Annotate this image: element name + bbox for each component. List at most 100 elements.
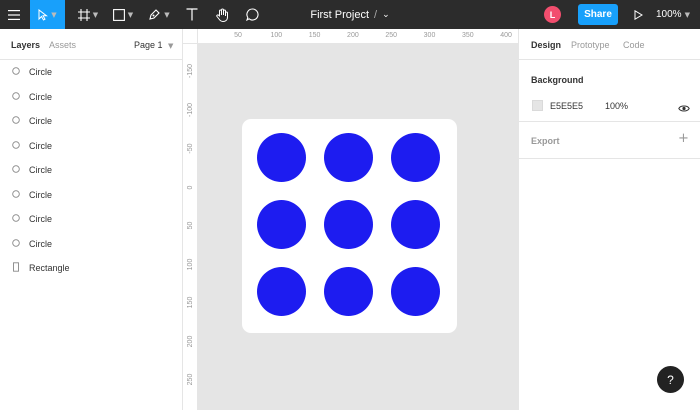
circle-shape[interactable] [257, 133, 306, 182]
layer-name: Circle [29, 214, 53, 224]
help-button[interactable]: ? [657, 366, 684, 393]
comment-tool-button[interactable] [240, 0, 264, 29]
circle-shape[interactable] [257, 267, 306, 316]
layers-panel: Layers Assets Page 1 ▼ Circle Circle Circl… [0, 29, 183, 410]
left-panel-tabs: Layers Assets Page 1 ▼ [0, 29, 182, 60]
chevron-down-icon: ▼ [127, 10, 134, 19]
circle-shape[interactable] [324, 200, 373, 249]
layer-item[interactable]: Circle [0, 62, 182, 82]
circle-shape[interactable] [257, 200, 306, 249]
page-name: Page 1 [134, 40, 163, 50]
project-menu-chevron-icon[interactable]: ⌄ [382, 9, 390, 20]
layer-name: Circle [29, 238, 53, 249]
text-tool-button[interactable] [180, 0, 204, 29]
circle-icon [12, 165, 20, 175]
background-section: Background E5E5E5 100% [519, 60, 700, 122]
zoom-menu[interactable]: 100% ▼ [656, 0, 690, 29]
pen-tool-button[interactable]: ▼ [144, 0, 174, 29]
rectangle-icon [112, 8, 125, 21]
layer-item[interactable]: Circle [0, 136, 182, 156]
avatar[interactable]: L [544, 6, 561, 23]
ruler-tick-label: 100 [270, 32, 283, 39]
export-section: Export + [519, 122, 700, 159]
circle-shape[interactable] [391, 200, 440, 249]
layer-item[interactable]: Rectangle [0, 258, 182, 278]
tab-prototype[interactable]: Prototype [571, 40, 610, 50]
circle-shape[interactable] [391, 267, 440, 316]
ruler-tick-label: 0 [187, 185, 194, 189]
frame-rectangle[interactable] [242, 119, 457, 333]
chevron-down-icon: ▼ [92, 10, 99, 19]
background-title: Background [531, 75, 584, 85]
share-button[interactable]: Share [578, 4, 618, 25]
layer-name: Circle [29, 165, 53, 175]
right-panel-tabs: Design Prototype Code [519, 29, 700, 60]
ruler-tick-label: 250 [187, 373, 194, 386]
layer-item[interactable]: Circle [0, 234, 182, 254]
layer-name: Circle [29, 116, 53, 126]
background-color-swatch[interactable] [532, 100, 543, 111]
hamburger-icon [8, 9, 20, 20]
circle-icon [12, 214, 20, 224]
export-title: Export [531, 136, 560, 146]
circle-shape[interactable] [391, 133, 440, 182]
ruler-tick-label: 50 [187, 221, 194, 230]
ruler-tick-label: 150 [187, 296, 194, 309]
cursor-icon [38, 8, 49, 21]
project-title[interactable]: First Project / ⌄ [280, 0, 420, 29]
layer-name: Circle [29, 189, 53, 200]
ruler-top: 50 100 150 200 250 300 350 400 [198, 29, 518, 44]
ruler-tick-label: 250 [385, 32, 398, 39]
zoom-level: 100% [656, 9, 682, 20]
shape-tool-button[interactable]: ▼ [108, 0, 138, 29]
visibility-toggle[interactable] [678, 100, 690, 118]
ruler-tick-label: 150 [308, 32, 321, 39]
layer-item[interactable]: Circle [0, 111, 182, 131]
layer-name: Circle [29, 67, 53, 77]
main-menu-button[interactable] [0, 0, 28, 29]
frame-tool-button[interactable]: ▼ [74, 0, 102, 29]
hand-icon [215, 8, 228, 22]
page-selector[interactable]: Page 1 ▼ [134, 40, 173, 50]
layer-item[interactable]: Circle [0, 209, 182, 229]
tab-assets[interactable]: Assets [49, 40, 76, 50]
ruler-tick-label: -100 [187, 102, 194, 117]
ruler-tick-label: -150 [187, 63, 194, 78]
ruler-tick-label: -50 [187, 143, 194, 154]
ruler-left: -150 -100 -50 0 50 100 150 200 250 [183, 44, 198, 410]
layer-item[interactable]: Circle [0, 160, 182, 180]
layer-name: Rectangle [29, 263, 70, 273]
ruler-tick-label: 400 [500, 32, 512, 39]
chevron-down-icon: ▼ [51, 10, 57, 19]
circle-icon [12, 238, 20, 249]
background-hex-input[interactable]: E5E5E5 [550, 101, 583, 111]
ruler-tick-label: 200 [187, 335, 194, 347]
tab-layers[interactable]: Layers [11, 40, 40, 50]
tab-code[interactable]: Code [623, 40, 645, 50]
chevron-down-icon: ▼ [168, 42, 174, 50]
present-button[interactable] [629, 0, 647, 29]
comment-icon [245, 8, 259, 21]
circle-icon [12, 189, 20, 200]
chevron-down-icon: ▼ [164, 10, 170, 19]
hand-tool-button[interactable] [210, 0, 234, 29]
pen-icon [149, 9, 161, 20]
project-name[interactable]: First Project [310, 9, 369, 21]
frame-icon [77, 8, 90, 21]
background-opacity-input[interactable]: 100% [605, 101, 628, 111]
eye-icon [678, 105, 690, 112]
title-separator: / [374, 8, 378, 21]
toolbar: ▼ ▼ ▼ ▼ First Project / ⌄ L Share 100% ▼ [0, 0, 700, 29]
move-tool-button[interactable]: ▼ [30, 0, 65, 29]
circle-shape[interactable] [324, 133, 373, 182]
ruler-tick-label: 100 [187, 258, 194, 270]
circle-shape[interactable] [324, 267, 373, 316]
properties-panel: Design Prototype Code Background E5E5E5 … [518, 29, 700, 410]
layer-item[interactable]: Circle [0, 185, 182, 205]
circle-icon [12, 116, 20, 126]
add-export-button[interactable]: + [678, 131, 689, 146]
layer-item[interactable]: Circle [0, 87, 182, 107]
text-icon [186, 8, 198, 21]
canvas[interactable] [198, 44, 518, 410]
tab-design[interactable]: Design [531, 40, 561, 50]
